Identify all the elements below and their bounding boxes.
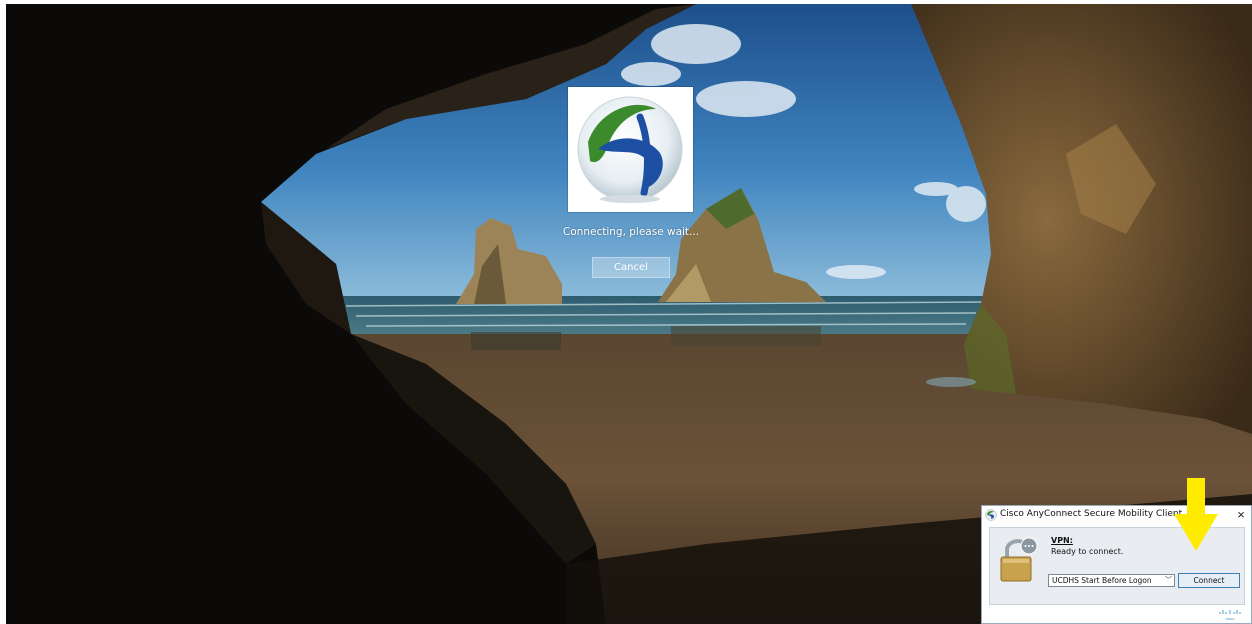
connect-button[interactable]: Connect xyxy=(1178,573,1240,588)
padlock-icon xyxy=(1000,537,1038,582)
close-icon[interactable]: × xyxy=(1234,506,1248,524)
svg-text:cisco: cisco xyxy=(1225,616,1235,621)
cancel-button[interactable]: Cancel xyxy=(592,257,670,278)
vpn-profile-select[interactable]: UCDHS Start Before Logon ﹀ xyxy=(1048,574,1175,587)
vpn-window-title: Cisco AnyConnect Secure Mobility Client xyxy=(1000,509,1183,519)
vpn-profile-value: UCDHS Start Before Logon xyxy=(1052,576,1152,585)
down-arrow-icon xyxy=(1174,478,1218,551)
anyconnect-app-icon xyxy=(985,509,997,521)
vpn-section-label: VPN: xyxy=(1051,536,1073,545)
cisco-logo-icon: cisco xyxy=(1219,610,1241,621)
vpn-status-text: Ready to connect. xyxy=(1051,547,1124,556)
anyconnect-logo-tile xyxy=(568,87,693,212)
anyconnect-globe-icon xyxy=(577,96,683,203)
chevron-down-icon: ﹀ xyxy=(1165,576,1172,584)
lock-screen: Connecting, please wait... Cancel Cisco … xyxy=(6,4,1252,624)
connecting-status-text: Connecting, please wait... xyxy=(562,226,700,238)
vpn-footer: cisco xyxy=(982,606,1251,623)
